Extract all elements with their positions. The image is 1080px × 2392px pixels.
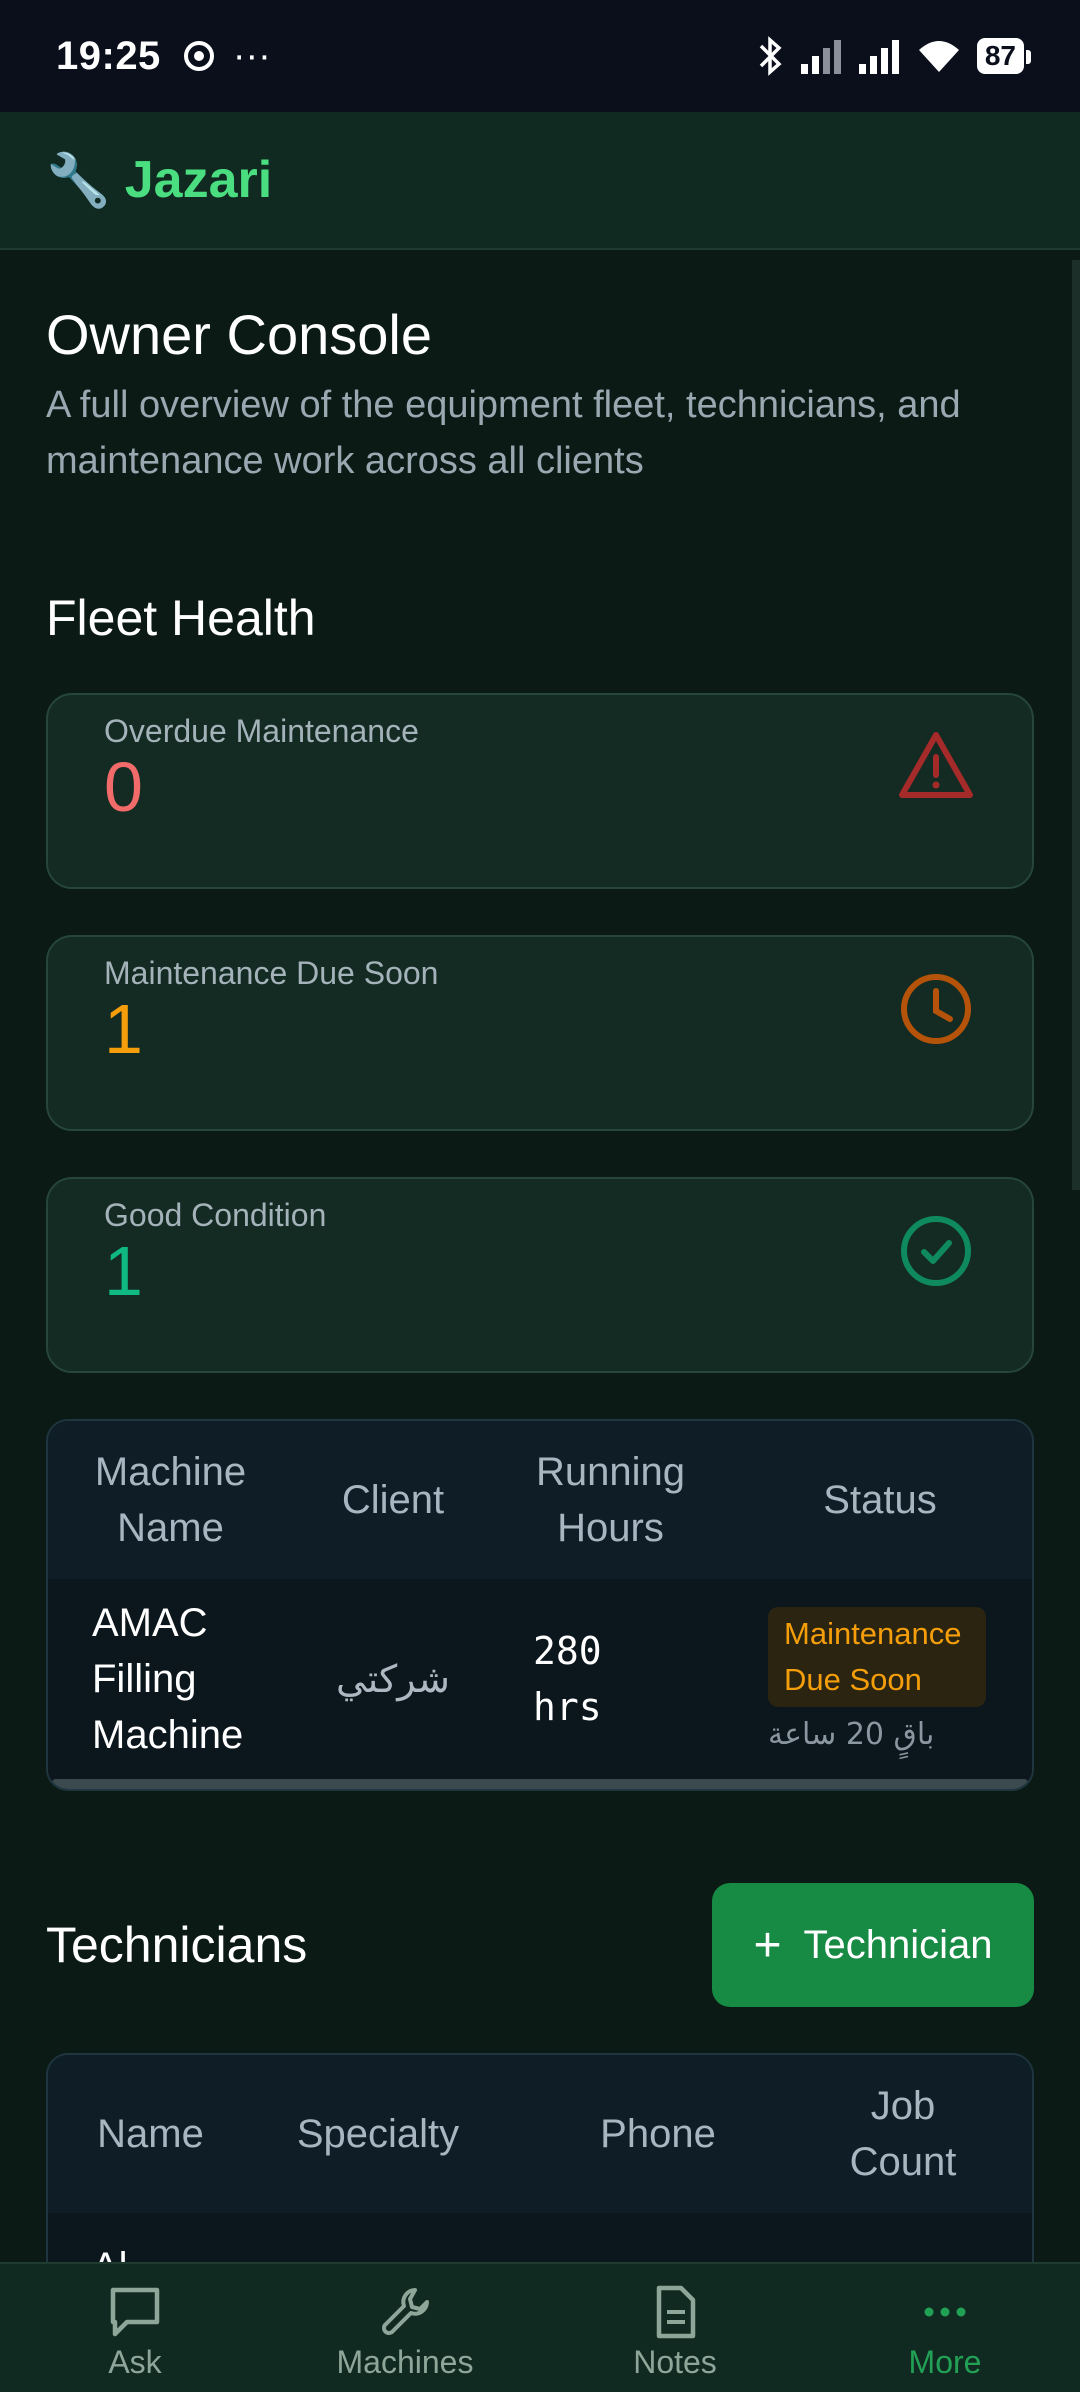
kpi-overdue-card: Overdue Maintenance 0 [46, 693, 1034, 889]
machine-name: AMAC Filling Machine [92, 1601, 244, 1757]
column-header[interactable]: Machine Name [48, 1444, 293, 1556]
kpi-due-soon-card: Maintenance Due Soon 1 [46, 935, 1034, 1131]
column-header[interactable]: Running Hours [493, 1444, 728, 1556]
nav-machines[interactable]: Machines [270, 2264, 540, 2392]
app-brand[interactable]: Jazari [125, 150, 272, 210]
kpi-value: 1 [104, 1232, 143, 1310]
status-bar: 19:25 ··· 87 [0, 0, 1080, 112]
add-technician-button[interactable]: + Technician [712, 1883, 1034, 2007]
table-horizontal-scrollbar[interactable] [52, 1779, 1028, 1789]
status-badge: Maintenance Due Soon [768, 1606, 986, 1707]
kpi-label: Good Condition [104, 1197, 327, 1233]
wifi-icon [918, 41, 959, 72]
battery-indicator: 87 [976, 38, 1032, 74]
clock-icon [901, 974, 971, 1044]
app-header: 🔧 Jazari [0, 112, 1080, 250]
nav-label: Ask [108, 2344, 162, 2380]
column-header[interactable]: Phone [503, 2112, 813, 2157]
column-header[interactable]: Client [293, 1478, 493, 1523]
kpi-value: 1 [104, 990, 143, 1068]
kpi-value: 0 [104, 748, 143, 826]
technicians-title: Technicians [46, 1917, 308, 1973]
chat-icon [110, 2287, 160, 2337]
more-notifications-icon: ··· [232, 34, 271, 77]
wrench-logo-icon: 🔧 [46, 150, 111, 211]
bottom-navigation: Ask Machines Notes More [0, 2262, 1080, 2392]
running-hours: 280 hrs [533, 1629, 602, 1729]
machines-table: Machine Name Client Running Hours Status… [46, 1419, 1034, 1791]
technicians-table: Name Specialty Phone Job Count Al [46, 2053, 1034, 2293]
table-row[interactable]: AMAC Filling Machine شركتي 280 hrs Maint… [48, 1579, 1032, 1779]
nav-more[interactable]: More [810, 2264, 1080, 2392]
wrench-icon [382, 2288, 429, 2335]
fleet-health-title: Fleet Health [46, 590, 316, 646]
column-header[interactable]: Status [728, 1478, 1032, 1523]
status-note: باقٍ 20 ساعة [768, 1716, 935, 1752]
nav-label: Notes [633, 2344, 717, 2380]
nav-label: More [908, 2344, 982, 2380]
main-content: Owner Console A full overview of the equ… [46, 250, 1034, 2293]
more-dots-icon [924, 2307, 966, 2317]
column-header[interactable]: Name [48, 2112, 253, 2157]
table-header: Machine Name Client Running Hours Status [48, 1421, 1032, 1579]
page-scrollbar[interactable] [1072, 260, 1080, 1190]
bluetooth-icon [759, 36, 782, 76]
kpi-label: Overdue Maintenance [104, 713, 419, 749]
plus-icon: + [753, 1918, 782, 1972]
nav-notes[interactable]: Notes [540, 2264, 810, 2392]
client-name: شركتي [335, 1657, 451, 1701]
document-icon [656, 2285, 696, 2339]
nav-label: Machines [336, 2344, 474, 2380]
page-title: Owner Console [46, 303, 432, 366]
add-technician-label: Technician [803, 1922, 993, 1967]
kpi-good-condition-card: Good Condition 1 [46, 1177, 1034, 1373]
technicians-header: Technicians + Technician [46, 1883, 1034, 2007]
status-time: 19:25 [56, 33, 161, 78]
kpi-label: Maintenance Due Soon [104, 955, 439, 991]
column-header[interactable]: Job Count [813, 2078, 993, 2190]
table-header: Name Specialty Phone Job Count [48, 2055, 1032, 2213]
page-subtitle: A full overview of the equipment fleet, … [46, 384, 961, 482]
signal-icon [800, 40, 841, 74]
chrome-icon [183, 41, 214, 71]
signal-icon [858, 40, 899, 74]
warning-icon [899, 732, 973, 798]
check-circle-icon [901, 1216, 971, 1286]
column-header[interactable]: Specialty [253, 2112, 503, 2157]
nav-ask[interactable]: Ask [0, 2264, 270, 2392]
